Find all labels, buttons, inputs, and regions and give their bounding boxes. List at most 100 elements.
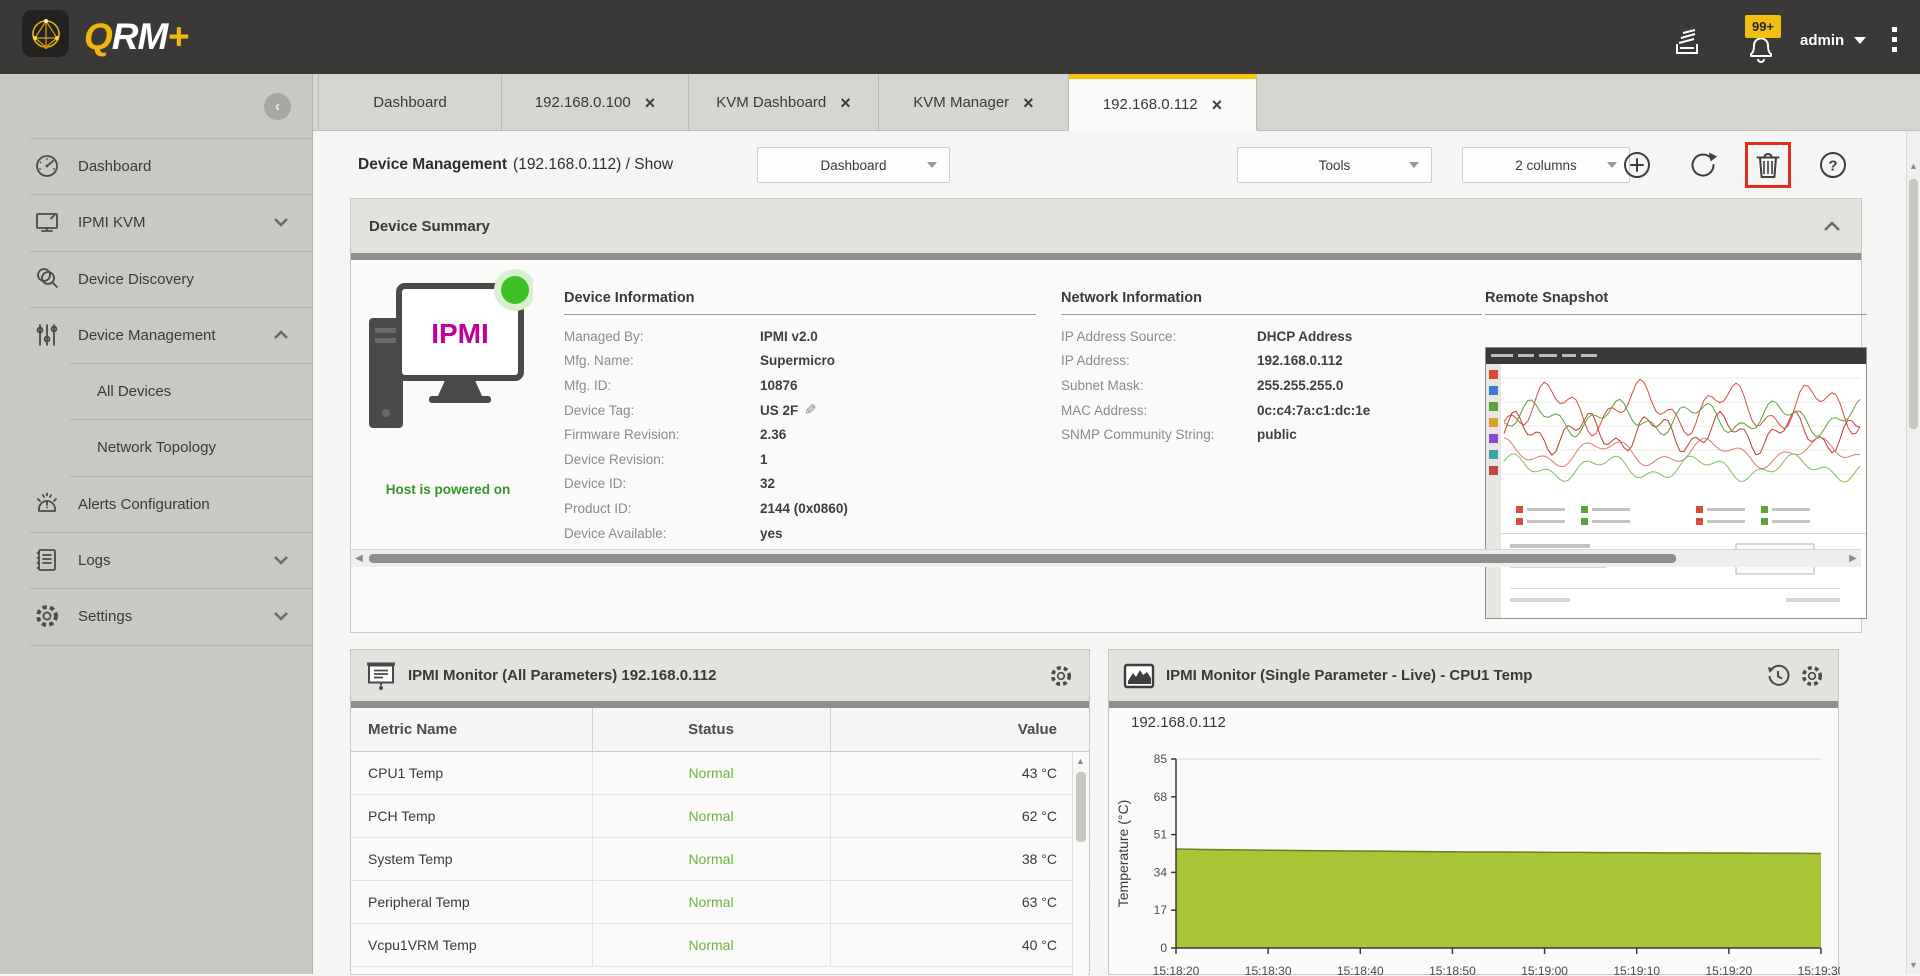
table-row[interactable]: Peripheral TempNormal63 °C [351, 881, 1089, 924]
info-label: Mfg. ID: [564, 378, 760, 393]
tab-label: KVM Dashboard [716, 94, 826, 111]
section-title: Network Information [1061, 290, 1482, 315]
info-value: yes [760, 526, 783, 541]
table-scrollbar[interactable]: ▲ [1072, 752, 1088, 976]
tasks-stack-icon[interactable] [1672, 28, 1702, 58]
scroll-down-arrow[interactable]: ▼ [1907, 960, 1920, 970]
info-value: 192.168.0.112 [1257, 353, 1343, 368]
history-clock-icon[interactable] [1766, 664, 1790, 688]
remote-snapshot-image[interactable] [1485, 347, 1867, 619]
scrollbar-thumb[interactable] [1909, 179, 1918, 429]
panel-title: Device Summary [369, 218, 490, 235]
svg-text:15:18:50: 15:18:50 [1429, 964, 1476, 976]
info-label: Managed By: [564, 329, 760, 344]
tab-close-icon[interactable]: × [840, 94, 851, 112]
scroll-left-arrow[interactable]: ◀ [351, 550, 367, 567]
status-cell: Normal [592, 838, 830, 880]
delete-button-highlighted[interactable] [1745, 142, 1791, 188]
svg-text:15:18:40: 15:18:40 [1337, 964, 1384, 976]
info-row: Device Revision:1 [564, 447, 1036, 472]
value-cell: 43 °C [830, 752, 1057, 794]
collapse-panel-icon[interactable] [1823, 221, 1841, 232]
device-summary-header[interactable]: Device Summary [351, 199, 1861, 253]
sidebar-item-dashboard[interactable]: Dashboard [0, 138, 313, 194]
tab-192-168-0-100[interactable]: 192.168.0.100 × [502, 74, 689, 131]
table-row[interactable]: System TempNormal38 °C [351, 838, 1089, 881]
gear-icon[interactable] [1049, 664, 1073, 688]
speedometer-icon [34, 153, 60, 179]
sidebar-item-logs[interactable]: Logs [0, 532, 313, 588]
tab-kvm-manager[interactable]: KVM Manager × [879, 74, 1069, 131]
chevron-down-icon [273, 555, 289, 565]
tab-kvm-dashboard[interactable]: KVM Dashboard × [689, 74, 879, 131]
scrollbar-thumb[interactable] [369, 554, 1676, 563]
info-row: IP Address:192.168.0.112 [1061, 349, 1482, 374]
svg-text:85: 85 [1154, 752, 1168, 766]
tab-bar: Dashboard 192.168.0.100 × KVM Dashboard … [313, 74, 1920, 131]
ipmi-monitor-table-panel: IPMI Monitor (All Parameters) 192.168.0.… [350, 649, 1090, 975]
info-row: Device Available:yes [564, 521, 1036, 546]
refresh-icon [1688, 150, 1718, 180]
view-select[interactable]: Dashboard [757, 147, 950, 183]
live-chart-content: 192.168.0.112 0173451688515:18:2015:18:3… [1109, 708, 1838, 976]
bell-icon[interactable] [1747, 35, 1775, 63]
add-widget-button[interactable] [1621, 149, 1653, 181]
status-cell: Normal [592, 752, 830, 794]
tab-192-168-0-112-active[interactable]: 192.168.0.112 × [1069, 74, 1257, 131]
table-row[interactable]: CPU1 Temp Normal43 °C [351, 752, 1089, 795]
svg-text:Temperature (°C): Temperature (°C) [1115, 800, 1131, 908]
table-row[interactable]: Vcpu1VRM TempNormal40 °C [351, 924, 1089, 967]
help-button[interactable]: ? [1817, 149, 1849, 181]
horizontal-scrollbar[interactable]: ◀ ▶ [351, 549, 1861, 567]
svg-text:15:19:30: 15:19:30 [1798, 964, 1840, 976]
columns-select[interactable]: 2 columns [1462, 147, 1630, 183]
tab-close-icon[interactable]: × [645, 94, 656, 112]
sidebar-item-device-management[interactable]: Device Management [0, 307, 313, 363]
scrollbar-thumb[interactable] [1076, 772, 1086, 842]
alarm-icon [34, 491, 60, 517]
kebab-menu-icon[interactable] [1892, 27, 1898, 57]
tab-close-icon[interactable]: × [1023, 94, 1034, 112]
chevron-down-icon [1409, 162, 1419, 168]
sidebar-item-all-devices[interactable]: All Devices [0, 363, 313, 419]
scroll-up-arrow[interactable]: ▲ [1907, 161, 1920, 171]
info-row: Mfg. ID:10876 [564, 373, 1036, 398]
sidebar-item-device-discovery[interactable]: Device Discovery [0, 251, 313, 307]
sidebar-item-label: Settings [78, 608, 132, 625]
svg-text:15:18:30: 15:18:30 [1245, 964, 1292, 976]
user-menu[interactable]: admin [1800, 24, 1866, 56]
column-header-value: Value [830, 708, 1057, 751]
view-select-value: Dashboard [820, 158, 886, 173]
sidebar-item-settings[interactable]: Settings [0, 588, 313, 644]
chevron-down-icon [273, 217, 289, 227]
discovery-search-icon [34, 266, 60, 292]
sidebar-item-ipmi-kvm[interactable]: IPMI KVM [0, 194, 313, 250]
sidebar-item-network-topology[interactable]: Network Topology [0, 419, 313, 475]
metric-name-cell: CPU1 Temp [368, 752, 443, 794]
scroll-up-arrow[interactable]: ▲ [1073, 756, 1088, 766]
scroll-right-arrow[interactable]: ▶ [1845, 550, 1861, 567]
sidebar-collapse-button[interactable]: ‹ [264, 93, 291, 120]
ipmi-live-chart-panel: IPMI Monitor (Single Parameter - Live) -… [1108, 649, 1839, 975]
gear-icon[interactable] [1800, 664, 1824, 688]
info-value: Supermicro [760, 353, 835, 368]
svg-text:68: 68 [1154, 790, 1168, 804]
info-row: SNMP Community String:public [1061, 422, 1482, 447]
chevron-down-icon [1854, 37, 1866, 44]
sidebar-item-label: Network Topology [97, 439, 216, 456]
tab-dashboard[interactable]: Dashboard [318, 74, 502, 131]
info-label: Device Tag: [564, 403, 760, 418]
edit-pencil-icon[interactable]: ✎ [804, 401, 817, 419]
page-scrollbar[interactable]: ▲ ▼ [1906, 131, 1920, 974]
refresh-button[interactable] [1687, 149, 1719, 181]
info-row: Device Tag:US 2F✎ [564, 398, 1036, 423]
tab-close-icon[interactable]: × [1212, 96, 1223, 114]
sidebar-item-alerts-configuration[interactable]: Alerts Configuration [0, 476, 313, 532]
tools-select-value: Tools [1319, 158, 1351, 173]
table-row[interactable]: PCH TempNormal62 °C [351, 795, 1089, 838]
svg-text:15:18:20: 15:18:20 [1153, 964, 1200, 976]
chevron-down-icon [927, 162, 937, 168]
info-value: US 2F✎ [760, 401, 817, 419]
tools-select[interactable]: Tools [1237, 147, 1432, 183]
svg-text:15:19:20: 15:19:20 [1705, 964, 1752, 976]
